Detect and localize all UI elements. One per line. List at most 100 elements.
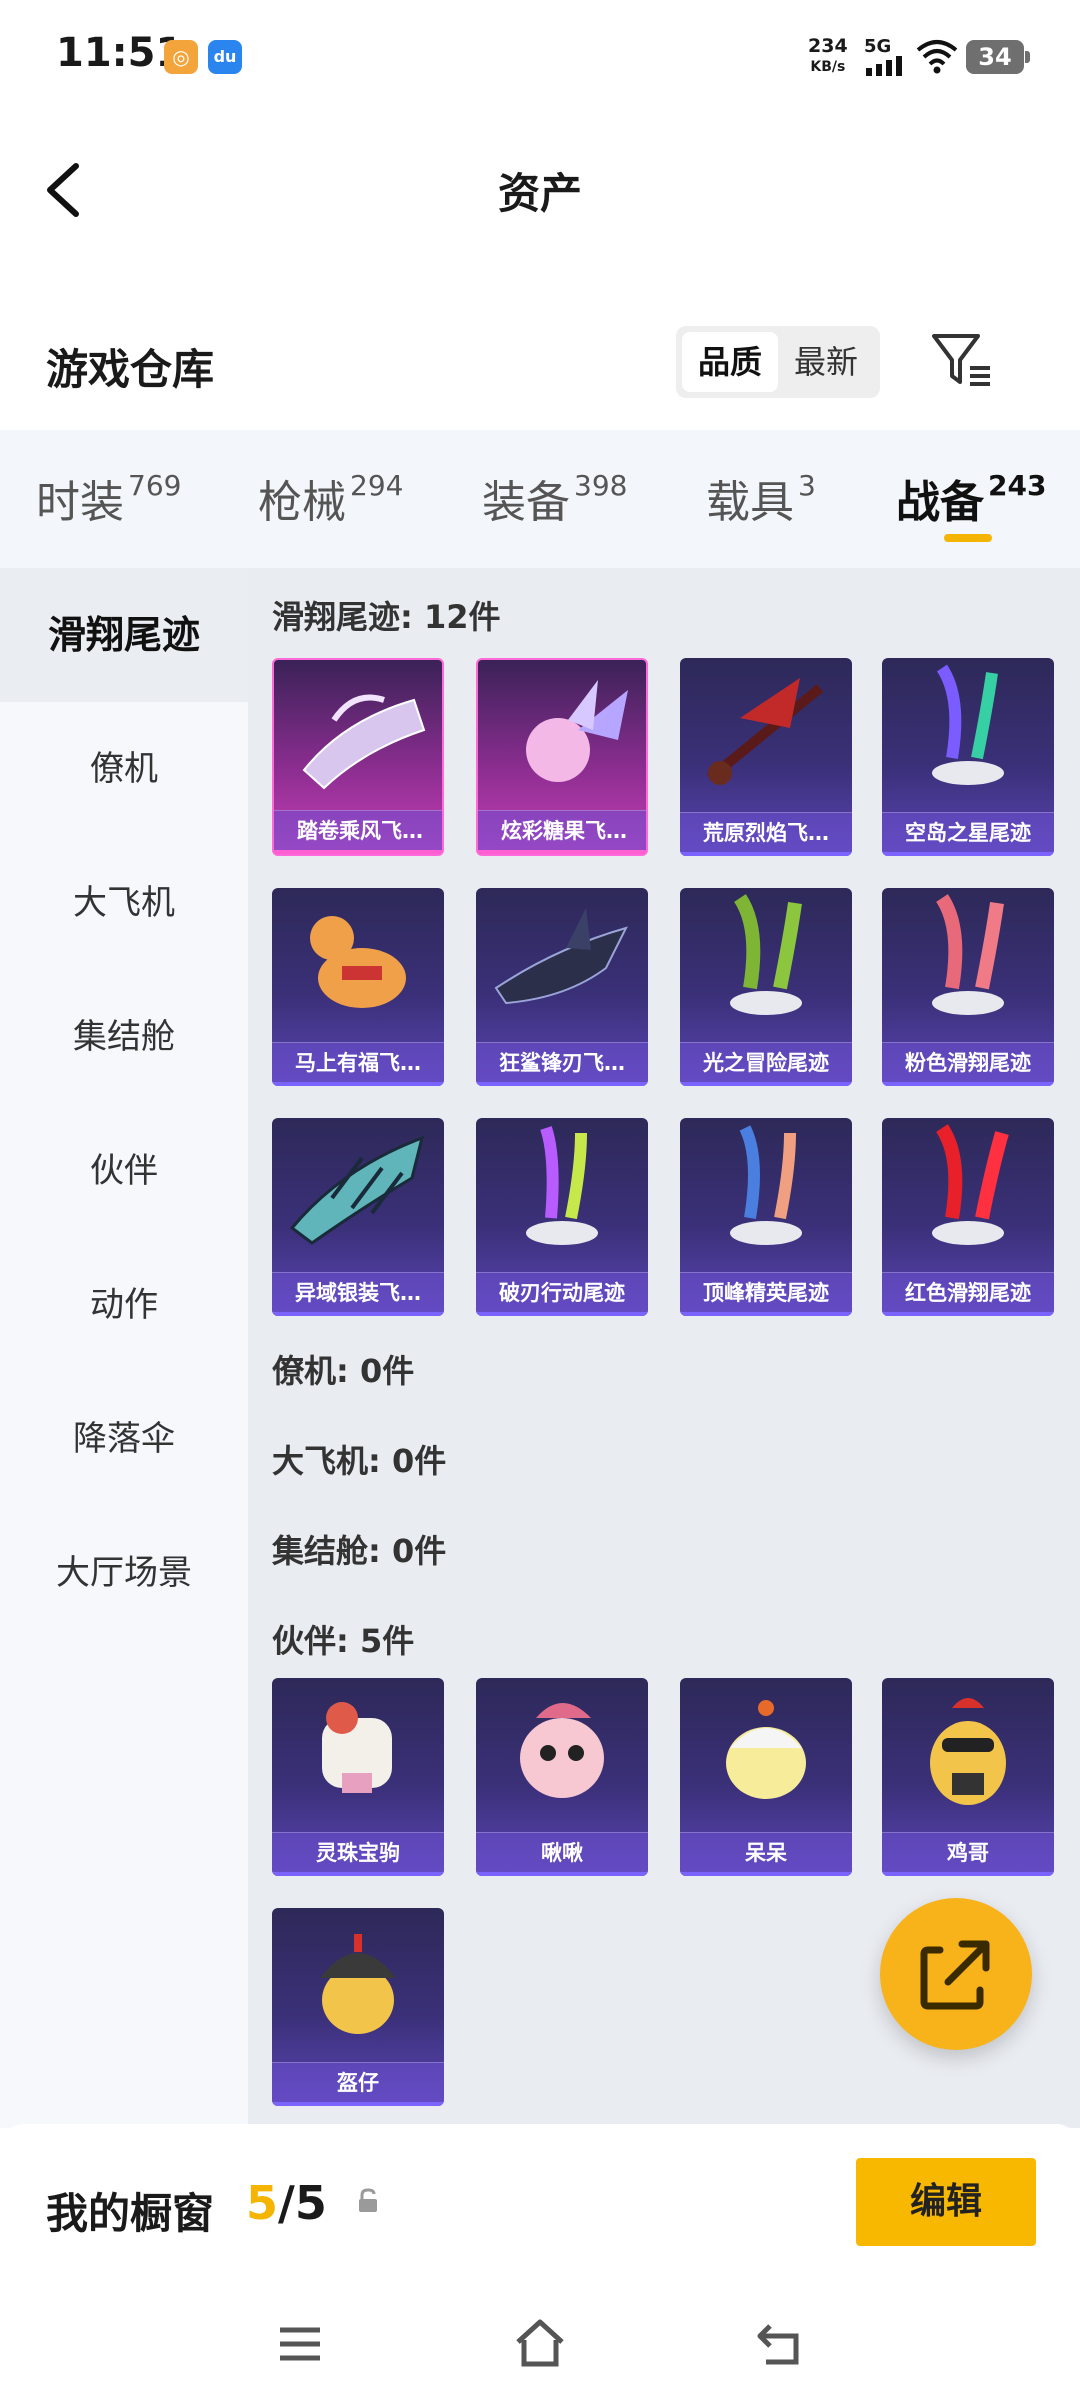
network-speed: 234 KB/s <box>808 36 848 78</box>
item-name: 空岛之星尾迹 <box>882 812 1054 856</box>
item-name: 盔仔 <box>272 2062 444 2106</box>
app-notification-du-icon: du <box>208 40 242 74</box>
pink-trail-icon <box>932 894 1004 1015</box>
sidebar-item-big-plane[interactable]: 大飞机 <box>0 836 248 970</box>
tab-count: 3 <box>798 469 816 502</box>
item-card[interactable]: 呆呆 <box>680 1678 852 1876</box>
network-speed-unit: KB/s <box>810 59 846 75</box>
item-card[interactable]: 踏卷乘风飞… <box>272 658 444 856</box>
tab-count: 769 <box>128 469 182 502</box>
group-label-big-plane: 大飞机: 0件 <box>272 1442 447 1480</box>
item-name: 破刃行动尾迹 <box>476 1272 648 1316</box>
red-trail-icon <box>932 1124 1009 1245</box>
horse-glider-icon <box>310 916 406 1008</box>
sidebar-item-glide-trail[interactable]: 滑翔尾迹 <box>0 568 248 702</box>
item-card[interactable]: 炫彩糖果飞… <box>476 658 648 856</box>
item-card[interactable]: 空岛之星尾迹 <box>882 658 1054 856</box>
pony-partner-icon <box>322 1702 392 1793</box>
tab-fashion[interactable]: 时装 769 <box>36 466 181 530</box>
category-tabs: 时装 769 枪械 294 装备 398 载具 3 战备 243 <box>0 430 1080 568</box>
tab-label: 战备 <box>896 477 984 528</box>
green-trail-icon <box>730 894 802 1015</box>
status-bar: 11:51 ◎ du 234 KB/s 5G 34 <box>0 0 1080 110</box>
item-name: 狂鲨锋刃飞… <box>476 1042 648 1086</box>
item-name: 异域银装飞… <box>272 1272 444 1316</box>
item-name: 炫彩糖果飞… <box>478 810 646 854</box>
battery-icon: 34 <box>966 40 1030 74</box>
item-name: 顶峰精英尾迹 <box>680 1272 852 1316</box>
candy-glider-icon <box>526 680 628 782</box>
share-button[interactable] <box>880 1898 1032 2050</box>
item-card[interactable]: 狂鲨锋刃飞… <box>476 888 648 1086</box>
multicolor-trail-icon <box>526 1126 598 1245</box>
item-card[interactable]: 鸡哥 <box>882 1678 1054 1876</box>
group-label-wingman: 僚机: 0件 <box>272 1352 415 1390</box>
network-speed-value: 234 <box>808 35 848 57</box>
item-card[interactable]: 灵珠宝驹 <box>272 1678 444 1876</box>
item-name: 粉色滑翔尾迹 <box>882 1042 1054 1086</box>
lock-icon <box>359 2188 377 2212</box>
tab-vehicles[interactable]: 载具 3 <box>706 466 816 530</box>
item-name: 踏卷乘风飞… <box>274 810 442 854</box>
sort-toggle: 品质 最新 <box>676 326 880 398</box>
sidebar-item-parachute[interactable]: 降落伞 <box>0 1372 248 1506</box>
item-card[interactable]: 盔仔 <box>272 1908 444 2106</box>
sidebar-item-lobby-scene[interactable]: 大厅场景 <box>0 1506 248 1640</box>
item-card[interactable]: 异域银装飞… <box>272 1118 444 1316</box>
item-card[interactable]: 粉色滑翔尾迹 <box>882 888 1054 1086</box>
item-name: 荒原烈焰飞… <box>680 812 852 856</box>
active-tab-indicator <box>944 534 992 542</box>
item-name: 灵珠宝驹 <box>272 1832 444 1876</box>
helmet-chick-partner-icon <box>320 1934 396 2034</box>
tab-equipment[interactable]: 装备 398 <box>482 466 627 530</box>
item-card[interactable]: 光之冒险尾迹 <box>680 888 852 1086</box>
sidebar-item-partner[interactable]: 伙伴 <box>0 1104 248 1238</box>
menu-icon[interactable] <box>270 2314 330 2374</box>
sort-by-newest-button[interactable]: 最新 <box>778 332 874 392</box>
blue-orange-trail-icon <box>730 1125 802 1245</box>
item-card[interactable]: 马上有福飞… <box>272 888 444 1086</box>
item-card[interactable]: 荒原烈焰飞… <box>680 658 852 856</box>
wifi-icon <box>916 40 958 74</box>
signal-icon <box>866 56 902 76</box>
tab-label: 时装 <box>36 477 124 528</box>
item-name: 鸡哥 <box>882 1832 1054 1876</box>
item-name: 啾啾 <box>476 1832 648 1876</box>
tab-count: 243 <box>988 469 1047 502</box>
tab-count: 294 <box>350 469 404 502</box>
item-card[interactable]: 啾啾 <box>476 1678 648 1876</box>
flame-glider-icon <box>706 678 824 785</box>
network-type: 5G <box>864 36 892 57</box>
sort-by-quality-button[interactable]: 品质 <box>682 332 778 392</box>
app-notification-icon: ◎ <box>164 40 198 74</box>
tab-battle-gear[interactable]: 战备 243 <box>896 466 1046 530</box>
page-title: 资产 <box>497 169 582 218</box>
showcase-total: /5 <box>278 2176 327 2230</box>
item-name: 红色滑翔尾迹 <box>882 1272 1054 1316</box>
tab-label: 载具 <box>706 477 794 528</box>
sidebar-item-wingman[interactable]: 僚机 <box>0 702 248 836</box>
tab-label: 装备 <box>482 477 570 528</box>
chick-partner-icon <box>726 1700 806 1799</box>
filter-icon[interactable] <box>928 328 996 392</box>
item-card[interactable]: 红色滑翔尾迹 <box>882 1118 1054 1316</box>
sidebar-item-emote[interactable]: 动作 <box>0 1238 248 1372</box>
item-card[interactable]: 顶峰精英尾迹 <box>680 1118 852 1316</box>
item-name: 呆呆 <box>680 1832 852 1876</box>
back-icon[interactable] <box>750 2314 810 2374</box>
tab-firearms[interactable]: 枪械 294 <box>258 466 403 530</box>
showcase-current: 5 <box>246 2176 279 2230</box>
system-nav-bar <box>0 2290 1080 2400</box>
showcase-title: 我的橱窗 <box>46 2189 215 2238</box>
item-card[interactable]: 破刃行动尾迹 <box>476 1118 648 1316</box>
section-title: 游戏仓库 <box>46 345 215 394</box>
tab-label: 枪械 <box>258 477 346 528</box>
sidebar-item-rally-pod[interactable]: 集结舱 <box>0 970 248 1104</box>
share-external-icon <box>920 1940 990 2010</box>
tab-count: 398 <box>574 469 628 502</box>
pink-bird-partner-icon <box>520 1703 604 1798</box>
shark-glider-icon <box>494 908 628 1005</box>
group-label-glide-trail: 滑翔尾迹: 12件 <box>272 598 501 636</box>
home-icon[interactable] <box>510 2314 570 2374</box>
edit-button[interactable]: 编辑 <box>856 2158 1036 2246</box>
